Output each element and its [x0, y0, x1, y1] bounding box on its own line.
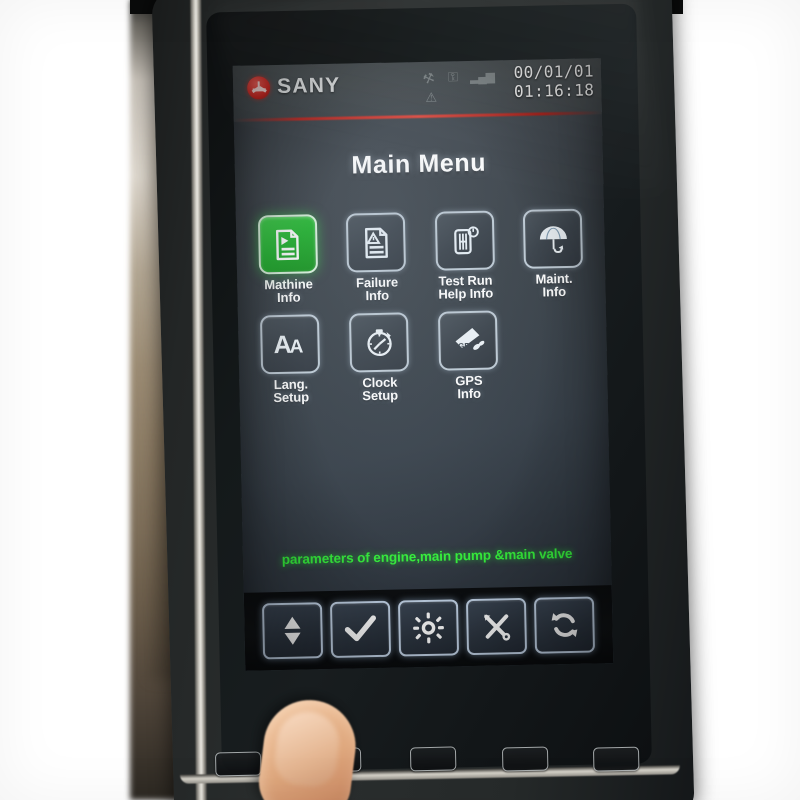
screenshot-root: SANY ⚒ ⚿ ▂▄▆ ⚠ 00/01/01 01:16:18 Main Me… — [0, 0, 800, 800]
lcd-screen: SANY ⚒ ⚿ ▂▄▆ ⚠ 00/01/01 01:16:18 Main Me… — [232, 58, 614, 671]
menu-row-2: A A Lang. Setup Clock Setup GPS GPS Info — [250, 308, 596, 405]
brand-name: SANY — [276, 73, 341, 98]
document-warning-icon — [364, 227, 388, 258]
tool-icon: ⚒ — [420, 69, 437, 88]
menu-item-clock-setup[interactable]: Clock Setup — [339, 311, 420, 404]
time-text: 01:16:18 — [513, 80, 595, 101]
check-icon — [344, 615, 377, 642]
menu-row-1: Mathine Info Failure Info Test Run Help … — [248, 208, 594, 305]
hardware-button-1[interactable] — [214, 751, 262, 777]
gps-antenna-icon: GPS — [455, 327, 484, 351]
softkey-brightness[interactable] — [397, 599, 460, 657]
umbrella-icon — [539, 225, 567, 253]
menu-label-maint-info: Maint. Info — [535, 270, 573, 300]
page-title: Main Menu — [351, 148, 487, 180]
softkey-refresh[interactable] — [533, 596, 596, 654]
tile-clock-setup[interactable] — [348, 311, 410, 373]
softkey-service[interactable] — [465, 597, 528, 656]
menu-grid: Mathine Info Failure Info Test Run Help … — [248, 208, 596, 414]
tile-maint-info[interactable] — [523, 208, 584, 269]
thumb-nail — [271, 708, 343, 790]
warning-triangle-icon: ⚠ — [425, 89, 438, 105]
hint-text: parameters of engine,main pump &main val… — [281, 545, 573, 567]
tile-failure-info[interactable] — [346, 212, 407, 273]
menu-label-gps-info: GPS Info — [455, 372, 483, 402]
svg-text:GPS: GPS — [458, 341, 476, 350]
menu-label-lang-setup: Lang. Setup — [273, 375, 310, 405]
menu-item-failure-info[interactable]: Failure Info — [336, 212, 416, 303]
tile-test-run-help-info[interactable] — [434, 210, 495, 271]
menu-label-machine-info: Mathine Info — [264, 276, 313, 306]
brand-logo: SANY — [246, 73, 341, 100]
softkey-toolbar — [243, 585, 614, 671]
sany-tri-star-icon — [246, 75, 271, 100]
hardware-button-5[interactable] — [592, 746, 640, 772]
brightness-sun-icon — [413, 612, 444, 644]
hardware-button-3[interactable] — [409, 746, 457, 772]
refresh-cycle-icon — [551, 613, 578, 638]
softkey-confirm[interactable] — [329, 600, 392, 658]
wrench-screwdriver-icon — [484, 614, 511, 641]
up-down-arrows-icon — [284, 616, 301, 645]
test-run-gauge-icon — [454, 225, 480, 254]
softkey-updown[interactable] — [261, 602, 324, 660]
menu-item-maint-info[interactable]: Maint. Info — [513, 208, 593, 300]
menu-item-test-run-help-info[interactable]: Test Run Help Info — [425, 210, 505, 302]
menu-item-gps-info[interactable]: GPS GPS Info — [428, 309, 509, 402]
tile-lang-setup[interactable]: A A — [259, 313, 321, 374]
status-icon-group: ⚒ ⚿ ▂▄▆ ⚠ — [420, 67, 508, 113]
tile-gps-info[interactable]: GPS — [437, 309, 499, 371]
double-a-font-icon: A A — [273, 331, 304, 359]
stopwatch-icon — [366, 329, 392, 357]
hardware-button-4[interactable] — [501, 746, 549, 772]
menu-label-test-run-help-info: Test Run Help Info — [438, 272, 494, 302]
menu-label-failure-info: Failure Info — [355, 274, 399, 304]
menu-item-machine-info[interactable]: Mathine Info — [248, 214, 328, 305]
menu-label-clock-setup: Clock Setup — [362, 374, 399, 404]
document-play-icon — [276, 229, 300, 260]
signal-icon: ▂▄▆ — [469, 69, 495, 84]
lock-icon: ⚿ — [447, 69, 459, 85]
tile-machine-info[interactable] — [257, 214, 318, 275]
svg-text:A: A — [289, 337, 303, 358]
menu-item-lang-setup[interactable]: A A Lang. Setup — [250, 313, 331, 405]
date-time-display: 00/01/01 01:16:18 — [513, 61, 595, 101]
